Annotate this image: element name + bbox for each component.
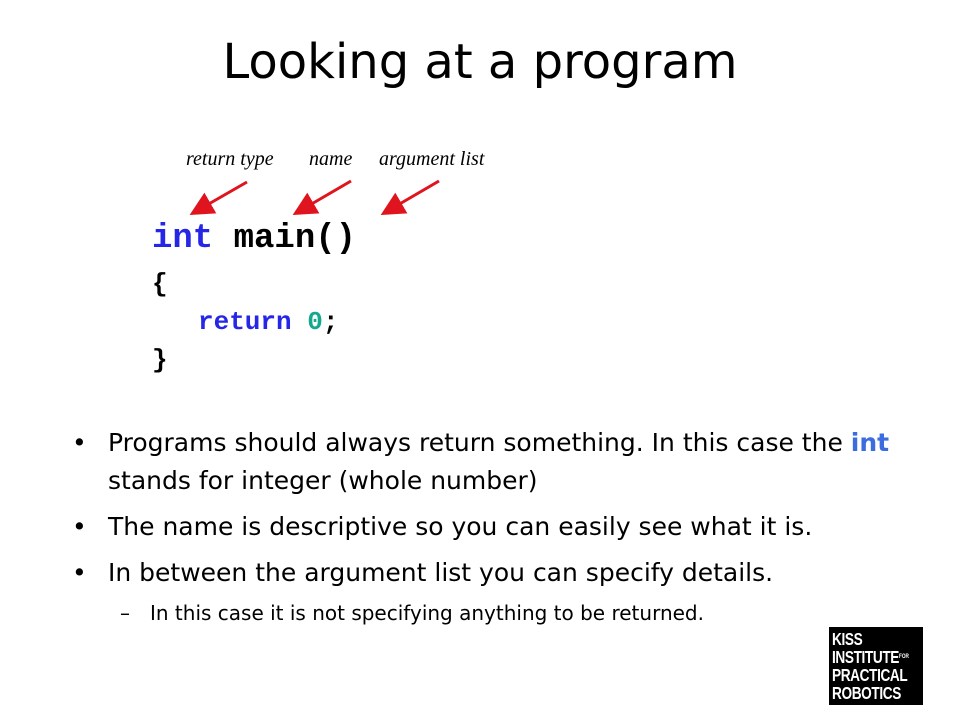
logo-line-kiss: KISS [832,629,863,649]
sub-bullet-text: In this case it is not specifying anythi… [150,601,704,625]
arrow-name [292,179,352,216]
sub-bullet: – In this case it is not specifying anyth… [120,598,704,628]
code-line-signature: int main() [152,219,356,259]
slide: Looking at a program return type name ar… [0,0,960,720]
bullet-item-arguments: • In between the argument list you can sp… [72,554,922,592]
bullet-text: In between the argument list you can spe… [108,558,774,587]
bullet-text-continued: stands for integer (whole number) [108,466,538,495]
slide-title: Looking at a program [222,34,738,90]
arrow-return-type [189,180,248,215]
logo-line-institute: INSTITUTEFOR [832,647,909,667]
bullet-marker: • [72,512,87,541]
code-keyword-return: return [198,307,292,337]
bullet-text: The name is descriptive so you can easil… [108,512,813,541]
bullet-marker: • [72,428,87,457]
logo-for-text: FOR [899,654,909,660]
code-return-value: 0 [307,307,323,337]
bullet-list: • Programs should always return something… [72,424,922,600]
code-keyword-int: int [152,220,214,258]
bullet-item-return: • Programs should always return something… [72,424,922,500]
bullet-highlight-int: int [850,428,890,457]
bullet-text: Programs should always return something.… [108,428,851,457]
bullet-marker: • [72,558,87,587]
code-function-name: main() [233,220,357,258]
code-line-return: return 0; [198,306,338,338]
code-close-brace: } [152,345,168,375]
code-semicolon: ; [322,307,339,337]
sub-bullet-marker: – [120,601,130,625]
code-open-brace: { [152,269,168,299]
kipr-logo: KISS INSTITUTEFOR PRACTICAL ROBOTICS [829,627,923,705]
arrow-argument-list [380,179,440,216]
annotation-argument-list: argument list [379,148,485,170]
annotation-name: name [309,148,353,170]
bullet-item-name: • The name is descriptive so you can easi… [72,508,922,546]
logo-institute-text: INSTITUTE [832,647,900,667]
annotation-return-type: return type [186,148,274,170]
logo-line-practical: PRACTICAL [832,665,908,685]
logo-line-robotics: ROBOTICS [832,683,901,703]
